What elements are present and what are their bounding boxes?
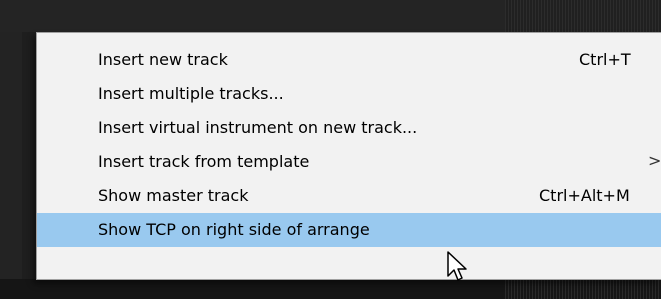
mouse-pointer-icon [447,251,467,281]
menu-item-insert-new-track[interactable]: Insert new track Ctrl+T [37,43,661,77]
menu-item-label: Show master track [98,186,249,205]
menu-item-show-tcp-right-side[interactable]: Show TCP on right side of arrange [37,213,661,247]
menu-item-insert-virtual-instrument[interactable]: Insert virtual instrument on new track..… [37,111,661,145]
menu-item-shortcut: Ctrl+Alt+M [539,186,630,205]
track-meter-texture-bottom [505,280,661,299]
context-menu: Insert new track Ctrl+T Insert multiple … [36,32,661,280]
menu-item-show-master-track[interactable]: Show master track Ctrl+Alt+M [37,179,661,213]
menu-item-insert-multiple-tracks[interactable]: Insert multiple tracks... [37,77,661,111]
menu-item-label: Show TCP on right side of arrange [98,220,370,239]
track-meter-texture [505,0,661,32]
menu-item-label: Insert multiple tracks... [98,84,284,103]
chevron-right-icon: > [648,151,661,170]
app-background-left [0,32,22,299]
menu-item-insert-track-from-template[interactable]: Insert track from template > [37,145,661,179]
menu-item-label: Insert track from template [98,152,310,171]
menu-item-shortcut: Ctrl+T [579,50,631,69]
menu-item-label: Insert new track [98,50,228,69]
menu-item-label: Insert virtual instrument on new track..… [98,118,418,137]
